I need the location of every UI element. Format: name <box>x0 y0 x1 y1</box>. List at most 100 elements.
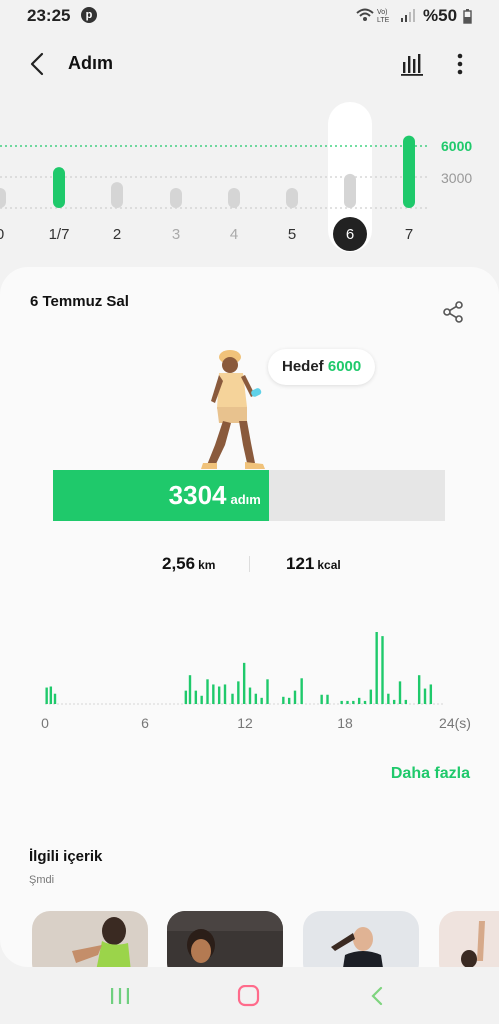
walking-person-illustration <box>201 350 265 469</box>
calories-unit: kcal <box>317 558 341 572</box>
calories-value: 121 <box>286 554 315 573</box>
goal-bubble: Hedef 6000 <box>268 349 376 385</box>
related-thumbnail-3[interactable] <box>303 911 419 967</box>
hourly-bar-30 <box>375 632 378 704</box>
home-button[interactable] <box>235 985 263 1007</box>
day-bar-1[interactable] <box>53 167 65 208</box>
selected-date: 6 Temmuz Sal <box>30 293 129 310</box>
day-bar-4[interactable] <box>228 188 240 208</box>
hourly-bar-31 <box>381 636 384 704</box>
day-label-6[interactable]: 6 <box>335 226 365 243</box>
hourly-bar-15 <box>254 693 258 704</box>
day-label-2[interactable]: 2 <box>102 226 132 243</box>
hourly-bar-9 <box>217 686 221 704</box>
goal-value: 6000 <box>327 358 362 375</box>
more-link[interactable]: Daha fazla <box>391 765 470 783</box>
hourly-bar-13 <box>242 662 246 704</box>
hourly-x-label-2: 12 <box>237 715 253 731</box>
day-bar-0[interactable] <box>0 188 6 208</box>
hourly-bar-14 <box>248 687 252 704</box>
step-unit: adım <box>230 492 261 507</box>
hourly-x-label-1: 6 <box>141 715 149 731</box>
wifi-icon <box>356 8 374 21</box>
hourly-x-label-4: 24(s) <box>439 715 471 731</box>
status-time: 23:25 <box>27 6 71 25</box>
day-label-0[interactable]: 0 <box>0 226 15 243</box>
day-label-3[interactable]: 3 <box>161 226 191 243</box>
hourly-x-label-3: 18 <box>337 715 353 731</box>
volte-icon: Vo) LTE <box>377 9 390 24</box>
hourly-bar-16 <box>260 697 263 704</box>
day-label-1[interactable]: 1/7 <box>44 226 74 243</box>
hourly-bar-22 <box>320 694 323 704</box>
hourly-bar-10 <box>223 684 227 704</box>
hourly-bar-33 <box>392 699 396 704</box>
hourly-bar-37 <box>423 688 427 704</box>
page-title: Adım <box>68 53 113 73</box>
hourly-bar-18 <box>282 696 285 704</box>
related-content-subtitle: Şmdi <box>29 874 55 886</box>
related-thumbnail-2[interactable] <box>167 911 283 967</box>
hourly-bar-11 <box>231 693 234 704</box>
hourly-bar-34 <box>398 681 402 704</box>
hourly-bar-6 <box>200 695 203 704</box>
day-label-7[interactable]: 7 <box>394 226 424 243</box>
hourly-bar-32 <box>387 693 390 704</box>
step-count: 3304 <box>168 480 227 510</box>
svg-text:LTE: LTE <box>377 17 390 24</box>
hourly-bar-21 <box>300 678 303 704</box>
related-thumbnail-4[interactable] <box>439 911 499 967</box>
weekly-steps-chart[interactable]: 6000 3000 0 1/7 2 3 4 5 6 7 <box>0 100 499 260</box>
related-thumbnail-1[interactable] <box>32 911 148 967</box>
hourly-bar-25 <box>346 700 349 704</box>
system-nav-bar <box>0 967 499 1024</box>
day-bar-6[interactable] <box>344 173 356 208</box>
bar-chart-icon[interactable] <box>398 50 426 78</box>
hourly-bar-5 <box>194 690 198 704</box>
hourly-chart-plot <box>45 632 445 705</box>
distance-value: 2,56 <box>162 554 196 573</box>
hourly-bar-36 <box>417 675 421 704</box>
pinterest-icon: p <box>81 7 97 23</box>
mid-tick-label: 3000 <box>441 170 473 186</box>
share-icon[interactable] <box>440 299 466 325</box>
hourly-bar-4 <box>188 675 192 704</box>
status-bar: 23:25 p Vo) LTE %50 <box>0 0 499 32</box>
day-label-4[interactable]: 4 <box>219 226 249 243</box>
hourly-steps-chart: 0 6 12 18 24(s) <box>0 622 499 742</box>
hourly-bar-29 <box>369 689 373 704</box>
related-content-title: İlgili içerik <box>29 848 103 865</box>
hourly-bar-8 <box>212 684 215 704</box>
hourly-bar-27 <box>357 697 361 704</box>
hourly-bar-38 <box>429 684 433 704</box>
hourly-bar-12 <box>237 681 240 704</box>
app-bar: Adım <box>0 40 499 88</box>
hourly-bar-24 <box>340 700 343 704</box>
hourly-bar-20 <box>293 690 297 704</box>
hourly-x-label-0: 0 <box>41 715 49 731</box>
day-label-5[interactable]: 5 <box>277 226 307 243</box>
goal-tick-label: 6000 <box>441 138 473 154</box>
stats-row: 2,56 km 121 kcal <box>0 552 499 576</box>
related-thumbnails <box>0 911 499 967</box>
calories-stat: 121 kcal <box>286 554 341 574</box>
day-bar-2[interactable] <box>111 182 123 208</box>
recent-apps-button[interactable] <box>106 985 134 1007</box>
day-bar-3[interactable] <box>170 188 182 208</box>
day-bar-5[interactable] <box>286 188 298 208</box>
hourly-bar-28 <box>363 700 367 704</box>
hourly-bar-2 <box>53 693 57 704</box>
more-options-icon[interactable] <box>448 50 472 78</box>
system-back-button[interactable] <box>364 985 392 1007</box>
day-bar-7[interactable] <box>403 135 415 208</box>
weekly-chart-plot <box>0 102 430 252</box>
hourly-bar-26 <box>352 700 355 704</box>
goal-label: Hedef <box>282 358 324 375</box>
progress-fill: 3304 adım <box>53 470 269 521</box>
steps-progress-bar: 3304 adım <box>53 470 445 521</box>
back-button[interactable] <box>24 50 52 78</box>
distance-stat: 2,56 km <box>162 554 215 574</box>
hourly-bar-3 <box>184 690 188 704</box>
hourly-bar-1 <box>49 686 53 704</box>
hourly-bar-35 <box>404 699 408 704</box>
